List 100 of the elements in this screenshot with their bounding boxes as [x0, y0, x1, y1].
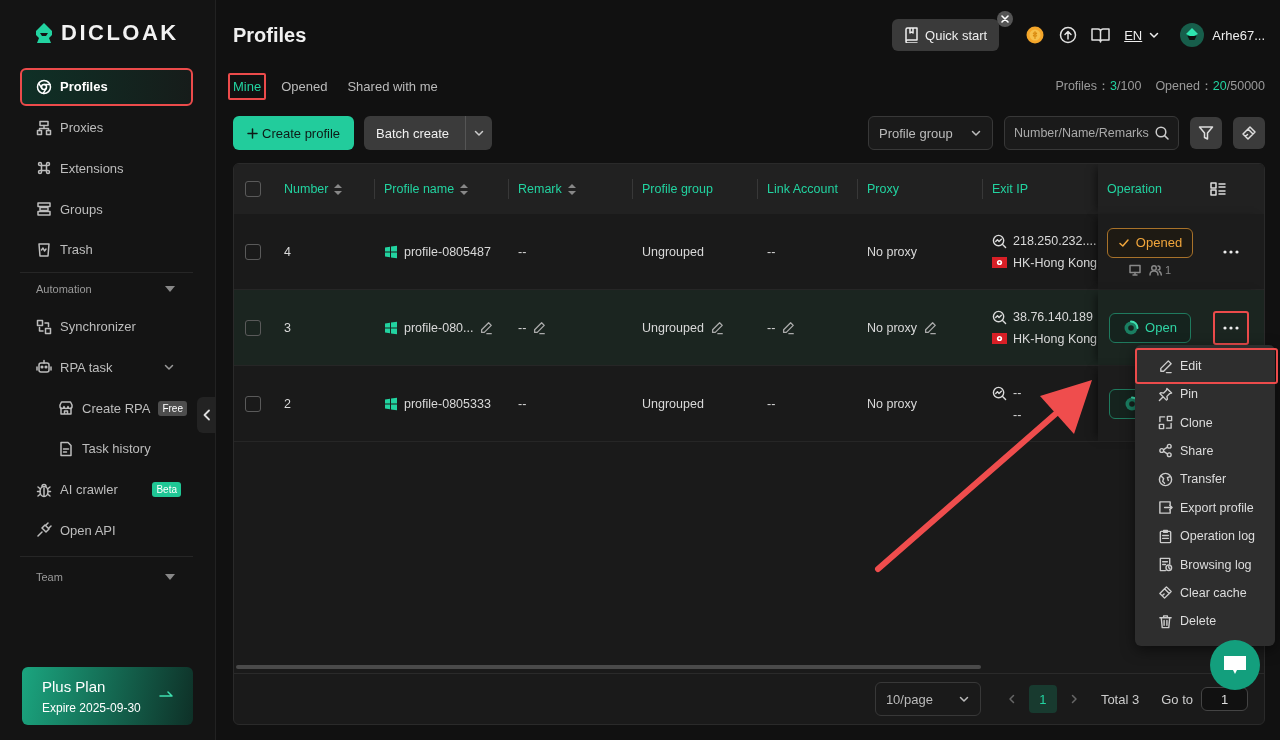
globe-icon — [1158, 471, 1173, 487]
total-count: Total 3 — [1100, 691, 1140, 707]
sidebar-item[interactable]: Extensions — [20, 149, 193, 188]
viewer-count: 1 — [1164, 263, 1172, 276]
column-header[interactable]: Link Account — [767, 182, 838, 196]
pencil-icon — [1158, 358, 1173, 374]
document-icon — [58, 440, 74, 457]
sidebar-item[interactable]: Create RPA Free — [20, 389, 193, 427]
menu-item[interactable]: Transfer — [1135, 465, 1275, 494]
exit-location: HK-Hong Kong — [1013, 255, 1098, 270]
close-button[interactable] — [997, 11, 1014, 27]
logo-icon — [33, 21, 55, 44]
exit-location: HK-Hong Kong — [1013, 331, 1098, 346]
logo-text: DICLOAK — [61, 19, 179, 46]
prev-page-button[interactable] — [1006, 694, 1017, 704]
quick-start-button[interactable]: Quick start — [892, 19, 1000, 51]
pencil-icon — [479, 320, 494, 335]
chevron-left-icon — [1006, 694, 1017, 704]
column-header[interactable]: Operation — [1107, 182, 1162, 196]
select-all-checkbox[interactable] — [245, 181, 261, 197]
sidebar-item[interactable]: Groups — [20, 190, 193, 228]
check-icon — [1117, 236, 1130, 249]
search-icon — [1155, 126, 1169, 140]
coin-icon — [1025, 25, 1046, 45]
menu-item[interactable]: Export profile — [1135, 493, 1275, 522]
table-cell: -- — [767, 396, 776, 411]
column-header[interactable]: Proxy — [867, 182, 899, 196]
flag-icon — [992, 257, 1007, 268]
group-select[interactable]: Profile group — [868, 116, 993, 150]
log-icon — [1158, 557, 1173, 573]
table-row[interactable]: 4 profile-0805487 -- Ungrouped -- No proxy 218.250.232.... HK-Hong Kong Opened 1 — [234, 214, 1264, 290]
create-profile-button[interactable]: Create profile — [233, 116, 355, 150]
row-checkbox[interactable] — [245, 243, 261, 260]
tab[interactable]: Opened — [276, 72, 333, 100]
sidebar-item[interactable]: Trash — [20, 230, 193, 269]
user-name[interactable]: Arhe67... — [1212, 27, 1265, 43]
sidebar-badge: Free — [158, 400, 187, 416]
filter-button[interactable] — [1190, 117, 1222, 149]
more-icon — [1223, 325, 1239, 330]
page-button[interactable]: 1 — [1028, 685, 1057, 713]
sidebar-badge: Beta — [152, 482, 181, 497]
book-open-icon — [1091, 26, 1111, 44]
browser-icon — [1123, 319, 1140, 336]
row-checkbox[interactable] — [245, 319, 261, 336]
avatar[interactable] — [1180, 23, 1205, 47]
chevron-left-icon — [201, 409, 212, 421]
ip-check-icon — [992, 385, 1007, 401]
monitor-icon — [1128, 263, 1141, 276]
bug-icon — [36, 481, 52, 498]
sidebar-item[interactable]: Synchronizer — [20, 307, 193, 346]
menu-item[interactable]: Edit — [1135, 348, 1278, 384]
table-cell: No proxy — [867, 244, 918, 259]
caret-down-icon — [165, 285, 175, 292]
menu-item[interactable]: Delete — [1135, 607, 1275, 636]
sidebar-item[interactable]: Proxies — [20, 108, 193, 147]
sort-icon — [460, 183, 469, 195]
opened-button[interactable]: Opened — [1107, 227, 1193, 258]
pin-icon — [1158, 386, 1173, 402]
collapse-button[interactable] — [197, 397, 216, 433]
sidebar-item[interactable]: Task history — [20, 429, 193, 468]
export-icon — [1158, 500, 1173, 516]
column-header[interactable]: Profile name — [384, 182, 469, 196]
share-icon — [1158, 443, 1173, 459]
table-cell: No proxy — [867, 320, 918, 335]
tab[interactable]: Mine — [228, 72, 267, 100]
column-header[interactable]: Remark — [518, 182, 576, 196]
plan-card[interactable]: Plus Plan Expire 2025-09-30 — [22, 667, 193, 725]
sync-icon — [36, 318, 52, 335]
row-checkbox[interactable] — [245, 395, 261, 412]
open-button[interactable]: Open — [1109, 312, 1191, 343]
clipboard-icon — [1158, 528, 1173, 544]
table-cell: No proxy — [867, 396, 918, 411]
scrollbar[interactable] — [236, 665, 981, 669]
sidebar-item[interactable]: Open API — [20, 511, 193, 550]
page-size-select[interactable]: 10/page — [874, 682, 981, 716]
plus-icon — [247, 127, 258, 139]
ip-check-icon — [992, 233, 1007, 249]
clean-button[interactable] — [1233, 117, 1265, 149]
menu-item[interactable]: Browsing log — [1135, 550, 1275, 579]
page-input[interactable]: 1 — [1201, 687, 1248, 711]
browser-icon — [36, 78, 52, 95]
column-header[interactable]: Exit IP — [992, 182, 1029, 196]
tab[interactable]: Shared with me — [342, 72, 443, 100]
table-cell: 4 — [284, 244, 291, 259]
sidebar-item[interactable]: RPA task — [20, 348, 193, 387]
network-icon — [36, 119, 52, 136]
plan-expiry: Expire 2025-09-30 — [42, 700, 142, 715]
pencil-icon — [709, 320, 724, 335]
sidebar-item[interactable]: Profiles — [20, 67, 193, 106]
book-icon — [904, 27, 920, 43]
menu-item[interactable]: Operation log — [1135, 521, 1275, 551]
language-select[interactable]: EN — [1124, 27, 1161, 43]
goto-label: Go to — [1161, 691, 1193, 707]
sidebar-item[interactable]: AI crawler Beta — [20, 470, 193, 509]
column-header[interactable]: Profile group — [642, 182, 713, 196]
search-field[interactable]: Number/Name/Remarks — [1004, 116, 1179, 150]
exit-ip: -- — [1013, 386, 1022, 400]
close-icon — [1001, 15, 1010, 23]
column-header[interactable]: Number — [284, 182, 343, 196]
menu-item[interactable]: Clear cache — [1135, 578, 1275, 608]
